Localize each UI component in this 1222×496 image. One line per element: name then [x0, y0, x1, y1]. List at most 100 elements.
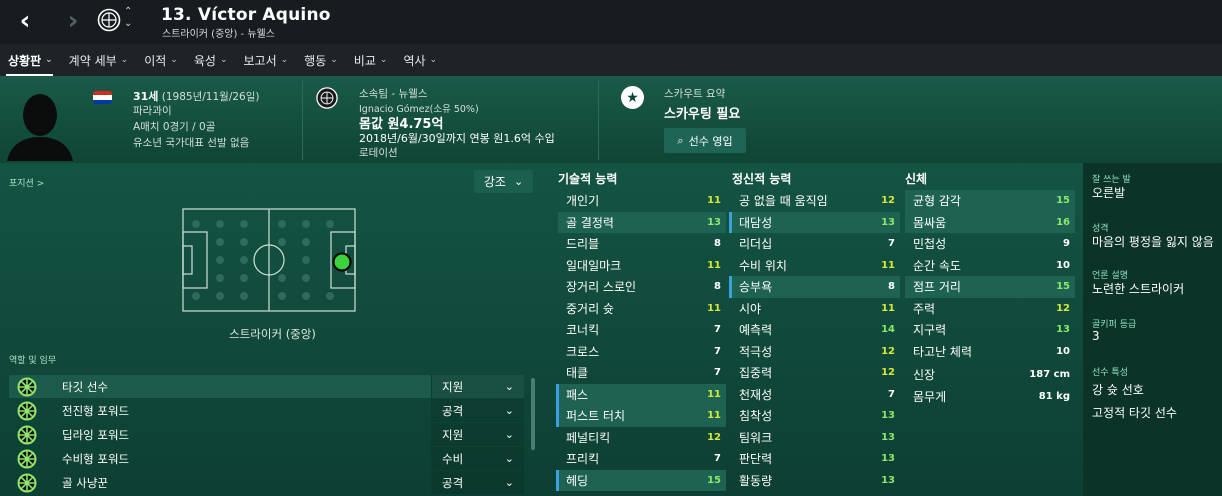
duty-dropdown[interactable]: 지원 ⌄: [431, 423, 524, 446]
chevron-down-icon: ⌄: [379, 55, 388, 65]
attribute-value: 13: [881, 410, 895, 422]
key-attribute-marker: [729, 276, 732, 298]
attribute-name: 민첩성: [913, 237, 947, 252]
attribute-name: 크로스: [566, 344, 600, 359]
attribute-name: 일대일마크: [566, 258, 622, 273]
pitch-diagram: [182, 208, 356, 312]
attribute-row: 점프 거리 15: [905, 276, 1075, 298]
attribute-value: 11: [707, 388, 721, 400]
chevron-down-icon: ⌄: [330, 55, 338, 65]
emphasis-dropdown[interactable]: 강조 ⌄: [474, 170, 533, 193]
attribute-value: 12: [881, 195, 895, 207]
chevron-down-icon: ⌄: [513, 175, 524, 188]
sign-player-button[interactable]: ⌕ 선수 영입: [664, 128, 746, 153]
attribute-name: 활동량: [739, 473, 773, 488]
menu-bar: 상황판 ⌄ 계약 세부 ⌄ 이적 ⌄ 육성 ⌄ 보고서 ⌄ 행동 ⌄ 비교 ⌄ 역사 ⌄: [0, 44, 1222, 76]
squad-status: 로테이션: [359, 147, 398, 159]
back-icon[interactable]: ‹: [10, 6, 40, 36]
roles-scrollbar[interactable]: [531, 378, 535, 450]
attribute-row: 판단력 13: [731, 448, 900, 470]
attribute-name: 균형 감각: [913, 194, 961, 209]
attribute-row: 균형 감각 15: [905, 190, 1075, 212]
attribute-value: 13: [881, 474, 895, 486]
attribute-name: 골 결정력: [566, 215, 614, 230]
attribute-value: 9: [1063, 238, 1070, 250]
chevron-down-icon: ⌄: [504, 404, 514, 417]
trait-item: 강 슛 선호: [1092, 383, 1144, 397]
attribute-row: 활동량 13: [731, 470, 900, 492]
menu-compare[interactable]: 비교 ⌄: [354, 44, 388, 76]
menu-history[interactable]: 역사 ⌄: [403, 44, 437, 76]
attribute-value: 13: [1056, 324, 1070, 336]
player-name: 13. Víctor Aquino: [161, 5, 331, 25]
duty-dropdown[interactable]: 지원 ⌄: [431, 375, 524, 398]
club-badge-icon: [316, 87, 338, 109]
preferred-foot: 오른발: [1092, 186, 1126, 200]
attribute-name: 프리킥: [566, 452, 600, 467]
role-rating-icon: [17, 401, 37, 420]
attribute-value: 8: [714, 281, 721, 293]
attribute-value: 15: [1056, 281, 1070, 293]
chevron-down-icon: ⌄: [219, 55, 228, 65]
trait-item: 고정적 타깃 선수: [1092, 406, 1177, 420]
attribute-row: 퍼스트 터치 11: [558, 405, 726, 427]
attribute-row: 집중력 12: [731, 362, 900, 384]
attribute-value: 12: [881, 367, 895, 379]
duty-dropdown[interactable]: 수비 ⌄: [431, 447, 524, 470]
attribute-value: 11: [881, 302, 895, 314]
attribute-row: 지구력 13: [905, 319, 1075, 341]
menu-development[interactable]: 육성 ⌄: [194, 44, 228, 76]
duty-dropdown[interactable]: 공격 ⌄: [431, 471, 524, 494]
menu-transfer[interactable]: 이적 ⌄: [144, 44, 178, 76]
attribute-name: 천재성: [739, 387, 773, 402]
attribute-value: 12: [1056, 302, 1070, 314]
attribute-name: 장거리 스로인: [566, 280, 637, 295]
attribute-row: 천재성 7: [731, 384, 900, 406]
club-logo-icon[interactable]: [97, 8, 121, 32]
attribute-row: 주력 12: [905, 298, 1075, 320]
attribute-row: 침착성 13: [731, 405, 900, 427]
attribute-value: 16: [1056, 216, 1070, 228]
role-row[interactable]: 전진형 포워드 공격 ⌄: [9, 399, 524, 422]
weight-row: 몸무게 81 kg: [913, 390, 1070, 405]
gk-rating: 3: [1092, 329, 1100, 343]
forward-icon[interactable]: ›: [58, 6, 88, 36]
media-description: 노련한 스트라이커: [1092, 282, 1185, 296]
key-attribute-marker: [729, 211, 732, 233]
menu-actions[interactable]: 행동 ⌄: [304, 44, 338, 76]
attribute-value: 15: [707, 474, 721, 486]
menu-contract[interactable]: 계약 세부 ⌄: [69, 44, 129, 76]
attribute-value: 7: [888, 388, 895, 400]
attribute-row: 일대일마크 11: [558, 255, 726, 277]
attribute-value: 8: [714, 238, 721, 250]
key-attribute-marker: [556, 405, 559, 427]
club-switch-icon[interactable]: ⌃ ⌄: [124, 6, 132, 30]
attribute-name: 드리블: [566, 237, 600, 252]
menu-reports[interactable]: 보고서 ⌄: [243, 44, 288, 76]
role-row[interactable]: 골 사냥꾼 공격 ⌄: [9, 471, 524, 494]
menu-overview[interactable]: 상황판 ⌄: [6, 44, 53, 76]
attribute-row: 개인기 11: [558, 190, 726, 212]
role-row[interactable]: 타깃 선수 지원 ⌄: [9, 375, 524, 398]
attribute-row: 적극성 12: [731, 341, 900, 363]
attribute-value: 13: [707, 216, 721, 228]
duty-dropdown[interactable]: 공격 ⌄: [431, 399, 524, 422]
attribute-value: 11: [707, 302, 721, 314]
attribute-name: 개인기: [566, 194, 600, 209]
attribute-name: 퍼스트 터치: [566, 409, 626, 424]
roles-section-label: 역할 및 임무: [9, 356, 57, 366]
attribute-row: 크로스 7: [558, 341, 726, 363]
player-silhouette-icon: [7, 94, 73, 161]
attribute-name: 몸싸움: [913, 215, 947, 230]
attribute-name: 승부욕: [739, 280, 773, 295]
caps: A매치 0경기 / 0골: [133, 121, 216, 133]
attribute-value: 15: [1056, 195, 1070, 207]
role-rating-icon: [17, 449, 37, 468]
role-row[interactable]: 수비형 포워드 수비 ⌄: [9, 447, 524, 470]
role-row[interactable]: 딥라잉 포워드 지원 ⌄: [9, 423, 524, 446]
attribute-row: 민첩성 9: [905, 233, 1075, 255]
attribute-row: 패스 11: [558, 383, 726, 405]
attribute-name: 판단력: [739, 452, 773, 467]
attribute-value: 12: [881, 345, 895, 357]
position-link[interactable]: 포지션 >: [9, 176, 44, 189]
